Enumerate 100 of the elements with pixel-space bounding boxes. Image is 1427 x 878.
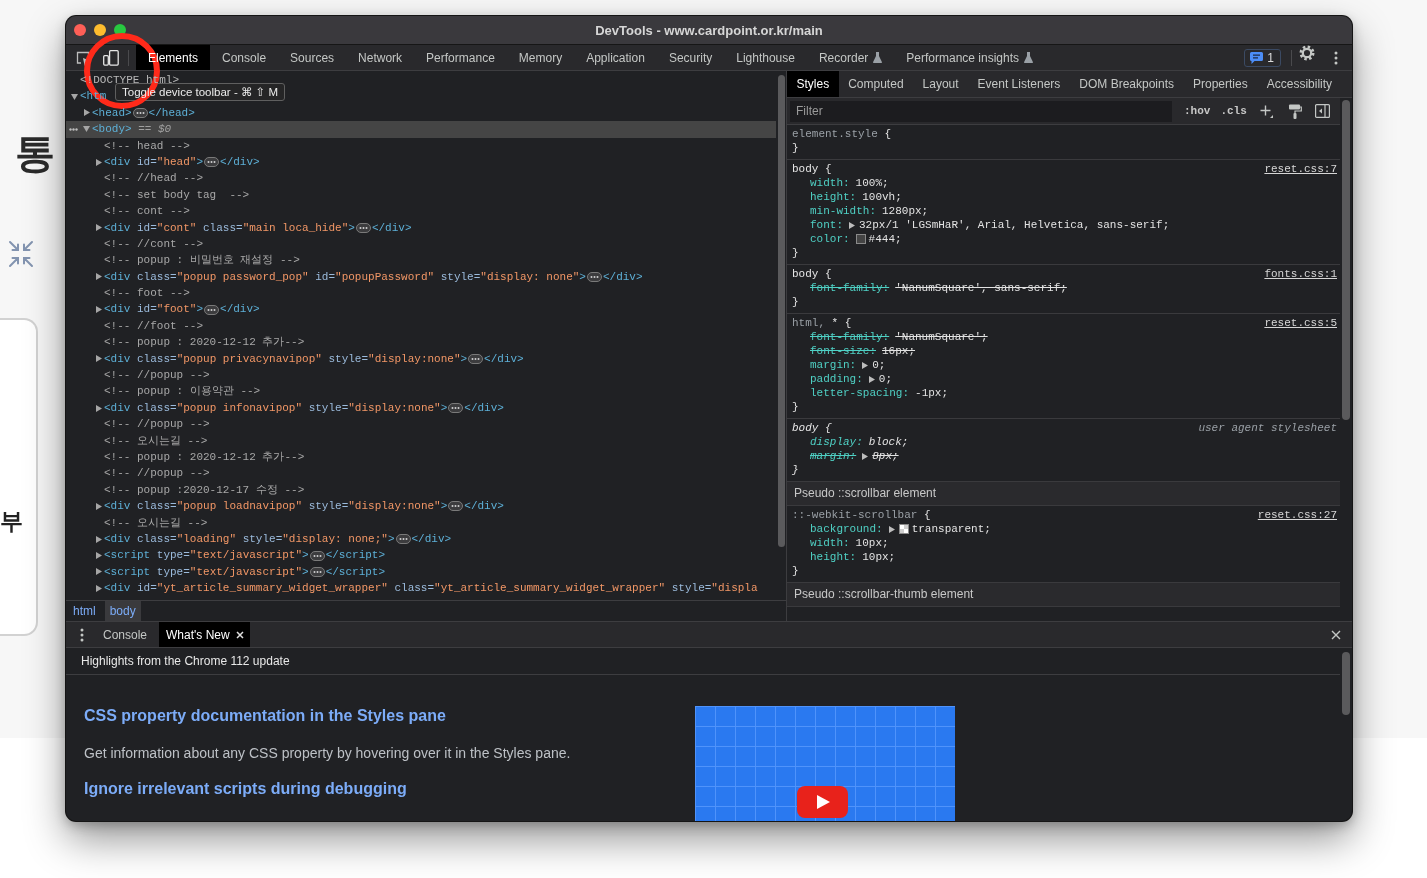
caret-right-icon[interactable] (96, 502, 102, 510)
caret-right-icon[interactable] (96, 306, 102, 314)
caret-right-icon[interactable] (96, 158, 102, 166)
scrollbar-thumb[interactable] (1342, 100, 1350, 420)
property-name[interactable]: margin: (810, 358, 857, 372)
paint-roller-icon[interactable] (1287, 103, 1302, 119)
ellipsis-icon[interactable] (355, 222, 371, 233)
video-thumbnail[interactable] (695, 706, 955, 821)
more-icon[interactable] (69, 127, 78, 131)
caret-right-icon[interactable] (96, 568, 102, 576)
sidebar-tab[interactable]: Accessibility (1257, 71, 1342, 97)
property-value[interactable]: 'NanumSquare', sans-serif; (895, 281, 1067, 295)
dom-node[interactable]: <div class="loading" style="display: none;"> </div> (92, 530, 452, 548)
caret-right-icon[interactable] (96, 584, 102, 592)
property-name[interactable]: width: (810, 176, 850, 190)
plus-icon[interactable] (1259, 104, 1273, 118)
html-comment[interactable]: <!-- //cont --> (92, 235, 204, 253)
panel-tab[interactable]: Performance insights (894, 45, 1046, 70)
play-button-icon[interactable] (797, 786, 848, 818)
dom-node[interactable]: <div class="popup password_pop" id="popupPassword" style="display: none"> </div> (92, 268, 643, 286)
arrows-icon[interactable] (8, 240, 34, 268)
scrollbar-thumb[interactable] (778, 75, 785, 547)
property-name[interactable]: font: (810, 218, 843, 232)
panel-tab[interactable]: Console (210, 45, 279, 70)
sidebar-tab[interactable]: Layout (913, 71, 969, 97)
feature-link[interactable]: Ignore irrelevant scripts during debugging (84, 779, 407, 799)
dom-node[interactable]: <script type="text/javascript"> </script> (92, 563, 386, 581)
html-comment[interactable]: <!-- popup : 2020-12-12 추가--> (92, 334, 305, 351)
caret-right-icon[interactable] (96, 355, 102, 363)
dom-node[interactable]: <head> </head> (80, 104, 195, 122)
caret-right-icon[interactable] (868, 375, 875, 383)
close-icon[interactable] (235, 630, 244, 639)
property-name[interactable]: min-width: (810, 204, 876, 218)
panel-tab[interactable]: Network (346, 45, 415, 70)
caret-right-icon[interactable] (96, 224, 102, 232)
ellipsis-icon[interactable] (395, 534, 411, 545)
html-comment[interactable]: <!-- popup : 이용약관 --> (92, 383, 261, 400)
caret-right-icon[interactable] (96, 404, 102, 412)
property-value[interactable]: #444; (868, 232, 902, 246)
dom-node[interactable]: <div id="foot"> </div> (92, 301, 260, 318)
ellipsis-icon[interactable] (132, 107, 148, 118)
drawer-tab[interactable]: Console (91, 622, 160, 647)
property-value[interactable]: 10px; (855, 536, 889, 550)
property-value[interactable]: 1280px; (882, 204, 929, 218)
property-value[interactable]: 0; (878, 372, 892, 386)
html-comment[interactable]: <!-- //popup --> (92, 416, 210, 433)
property-value[interactable]: 10px; (862, 550, 896, 564)
html-comment[interactable]: <!-- popup :2020-12-17 수정 --> (92, 481, 305, 499)
close-button[interactable] (74, 24, 86, 36)
html-comment[interactable]: <!-- cont --> (92, 203, 190, 220)
html-comment[interactable]: <!-- //popup --> (92, 367, 210, 384)
caret-right-icon[interactable] (96, 535, 102, 543)
html-comment[interactable]: <!-- 오시는길 --> (92, 432, 208, 449)
panel-tab[interactable]: Lighthouse (724, 45, 807, 70)
filter-field[interactable]: Filter (790, 100, 1172, 122)
property-name[interactable]: display: (810, 435, 863, 449)
close-icon[interactable] (1331, 629, 1341, 640)
property-value[interactable]: 32px/1 'LGSmHaR', Arial, Helvetica, sans-serif; (859, 218, 1170, 232)
property-value[interactable]: 8px; (872, 449, 899, 463)
settings-icon[interactable] (1299, 45, 1315, 61)
inspect-icon[interactable] (75, 49, 91, 66)
sidebar-tab[interactable]: DOM Breakpoints (1069, 71, 1184, 97)
html-comment[interactable]: <!-- //foot --> (92, 317, 204, 335)
sidebar-tab[interactable]: Styles (787, 71, 839, 97)
ellipsis-icon[interactable] (468, 353, 484, 364)
caret-right-icon[interactable] (888, 525, 895, 533)
property-name[interactable]: padding: (810, 372, 863, 386)
color-swatch-icon[interactable] (898, 524, 909, 534)
ellipsis-icon[interactable] (586, 271, 602, 282)
ellipsis-icon[interactable] (309, 550, 325, 561)
caret-right-icon[interactable] (862, 452, 869, 460)
more-icon[interactable] (1334, 50, 1338, 65)
panel-tab[interactable]: Recorder (806, 45, 895, 70)
source-link[interactable]: fonts.css:1 (1264, 267, 1337, 281)
property-value[interactable]: transparent; (911, 522, 991, 536)
property-name[interactable]: font-size: (810, 344, 876, 358)
property-name[interactable]: font-family: (810, 330, 890, 344)
html-comment[interactable]: <!-- //head --> (92, 170, 204, 187)
panel-tab[interactable]: Security (656, 45, 725, 70)
property-name[interactable]: margin: (810, 449, 857, 463)
device-icon[interactable] (103, 49, 119, 66)
dom-node[interactable]: <body> == $0 (66, 121, 776, 138)
feature-link[interactable]: CSS property documentation in the Styles pane (84, 706, 446, 726)
caret-right-icon[interactable] (862, 361, 869, 369)
panel-tab[interactable]: Application (574, 45, 657, 70)
dom-node[interactable]: <div class="popup infonavipop" style="display:none"> </div> (92, 399, 504, 417)
property-value[interactable]: block; (868, 435, 909, 449)
property-name[interactable]: height: (810, 190, 857, 204)
issues-button[interactable]: 1 (1244, 48, 1281, 67)
html-comment[interactable]: <!-- set body tag --> (92, 186, 250, 204)
breadcrumb[interactable]: body (104, 601, 141, 621)
dom-node[interactable]: <div id="head"> </div> (92, 153, 260, 171)
panel-tab[interactable]: Sources (278, 45, 347, 70)
property-name[interactable]: width: (810, 536, 850, 550)
sidebar-tab[interactable]: Event Listeners (968, 71, 1070, 97)
property-value[interactable]: 100%; (855, 176, 889, 190)
property-value[interactable]: 'NanumSquare'; (895, 330, 988, 344)
scrollbar-thumb[interactable] (1342, 652, 1350, 715)
ellipsis-icon[interactable] (448, 403, 464, 413)
property-name[interactable]: color: (810, 232, 850, 246)
